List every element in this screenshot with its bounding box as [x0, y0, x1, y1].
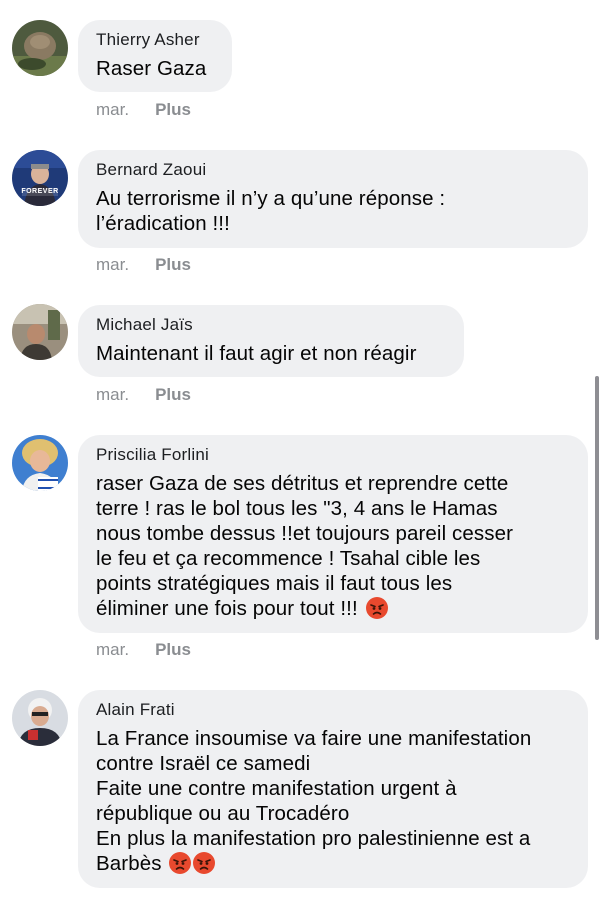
comment-author[interactable]: Alain Frati: [96, 700, 570, 720]
more-button[interactable]: Plus: [155, 255, 191, 275]
profile-photo-icon: [12, 20, 68, 76]
profile-photo-icon: [12, 690, 68, 746]
comment-time[interactable]: mar.: [96, 255, 129, 275]
profile-photo-icon: [12, 435, 68, 491]
comment-author[interactable]: Bernard Zaoui: [96, 160, 570, 180]
comment-bubble[interactable]: Alain Frati La France insoumise va faire…: [78, 690, 588, 888]
avatar[interactable]: [12, 20, 68, 76]
avatar[interactable]: [12, 690, 68, 746]
comment-text: Raser Gaza: [96, 57, 207, 80]
comment-author[interactable]: Thierry Asher: [96, 30, 214, 50]
angry-face-icon: [193, 852, 216, 874]
angry-face-icon: [169, 852, 192, 874]
comment-bubble[interactable]: Priscilia Forlini raser Gaza de ses détr…: [78, 435, 588, 633]
comment-text: La France insoumise va faire une manifes…: [96, 726, 570, 876]
comment-meta: mar. Plus: [96, 100, 191, 120]
scrollbar[interactable]: [595, 376, 599, 640]
comments-feed: Thierry Asher Raser Gaza mar. Plus FOREV…: [0, 0, 604, 900]
avatar[interactable]: FOREVER: [12, 150, 68, 206]
comment-time[interactable]: mar.: [96, 100, 129, 120]
comment-author[interactable]: Priscilia Forlini: [96, 445, 570, 465]
more-button[interactable]: Plus: [155, 640, 191, 660]
comment-bubble[interactable]: Michael Jaïs Maintenant il faut agir et …: [78, 305, 464, 377]
more-button[interactable]: Plus: [155, 100, 191, 120]
avatar-badge: FOREVER: [21, 188, 59, 195]
comment-bubble[interactable]: Thierry Asher Raser Gaza: [78, 20, 232, 92]
more-button[interactable]: Plus: [155, 385, 191, 405]
comment-text: Au terrorisme il n’y a qu’une réponse : …: [96, 187, 446, 235]
profile-photo-icon: [12, 150, 68, 206]
comment-meta: mar. Plus: [96, 255, 191, 275]
comment-time[interactable]: mar.: [96, 385, 129, 405]
comment-bubble[interactable]: Bernard Zaoui Au terrorisme il n’y a qu’…: [78, 150, 588, 248]
comment-meta: mar. Plus: [96, 640, 191, 660]
comment-text-body: La France insoumise va faire une manifes…: [96, 727, 532, 875]
comment-text: Maintenant il faut agir et non réagir: [96, 342, 417, 365]
comment-author[interactable]: Michael Jaïs: [96, 315, 446, 335]
comment-meta: mar. Plus: [96, 385, 191, 405]
comment-text: raser Gaza de ses détritus et reprendre …: [96, 471, 570, 621]
avatar[interactable]: [12, 435, 68, 491]
angry-face-icon: [365, 597, 388, 619]
comment-time[interactable]: mar.: [96, 640, 129, 660]
profile-photo-icon: [12, 304, 68, 360]
avatar[interactable]: [12, 304, 68, 360]
comment-text-body: raser Gaza de ses détritus et reprendre …: [96, 472, 513, 620]
